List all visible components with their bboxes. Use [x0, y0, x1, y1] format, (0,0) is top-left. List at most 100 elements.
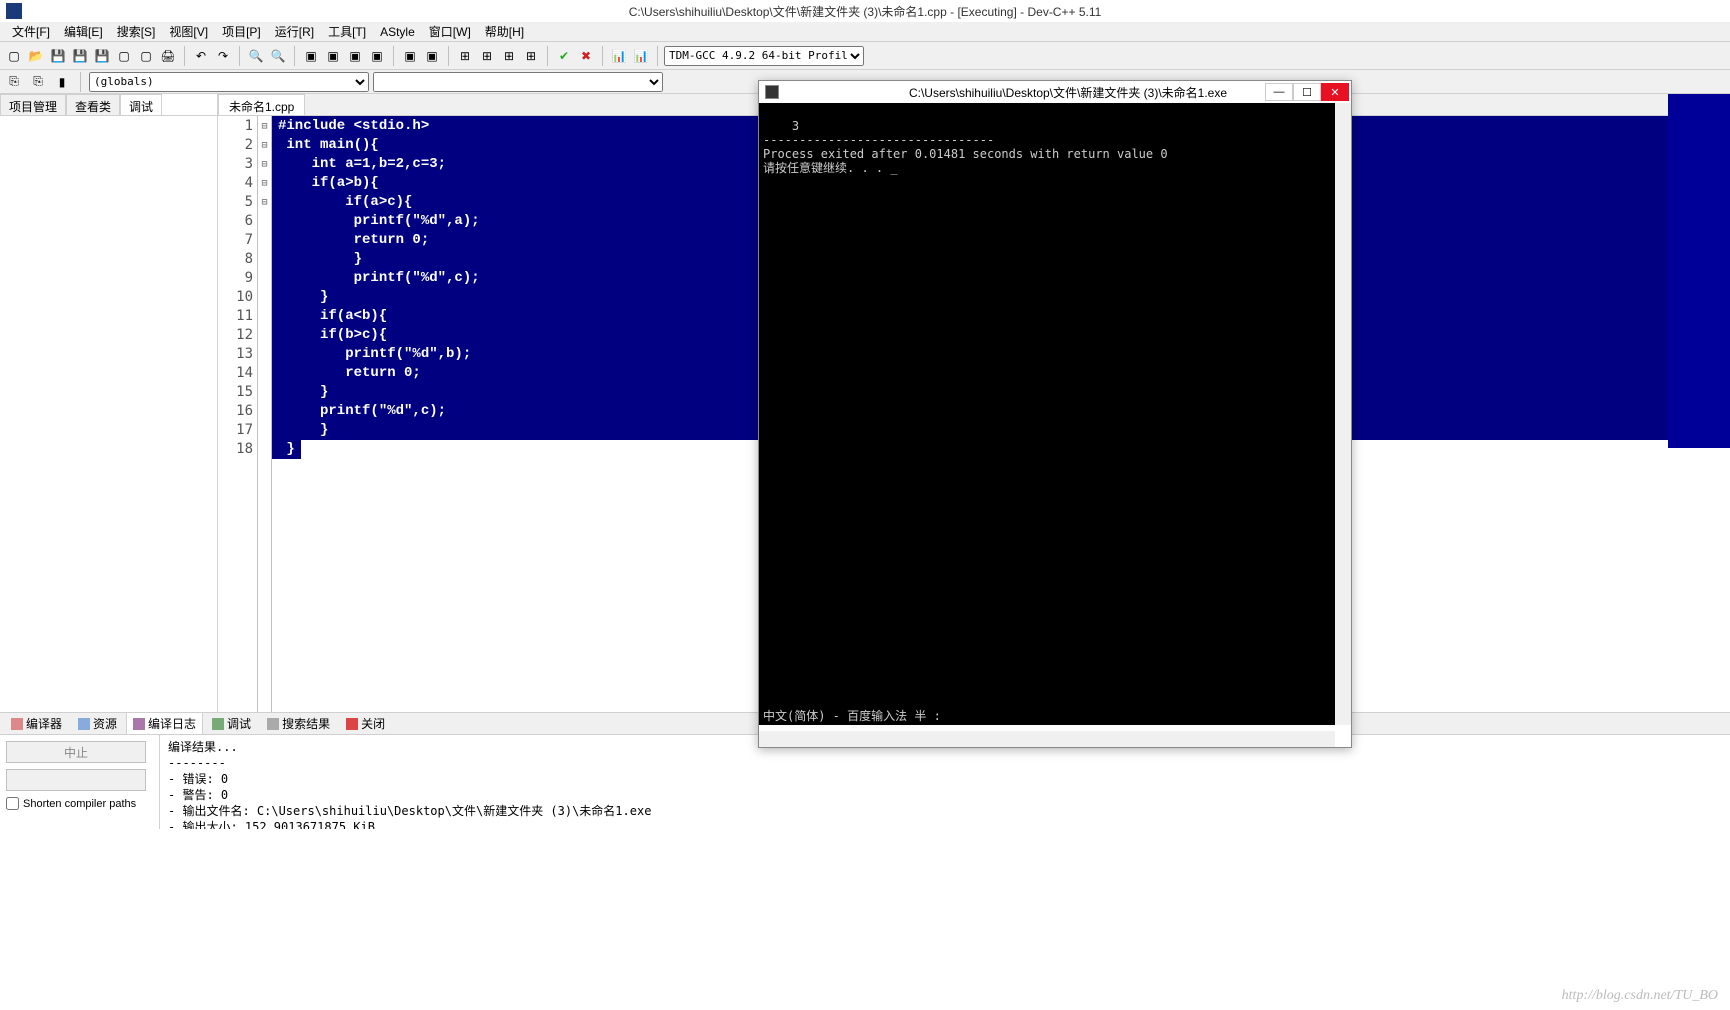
check-icon[interactable]: ✔ — [554, 46, 574, 66]
stop-exec-icon[interactable]: ▣ — [422, 46, 442, 66]
menu-tools[interactable]: 工具[T] — [322, 21, 372, 42]
goto-func-icon[interactable]: ⎘ — [4, 72, 24, 92]
console-body[interactable]: 3 -------------------------------- Proce… — [759, 103, 1351, 725]
separator — [448, 46, 449, 66]
console-output: 3 -------------------------------- Proce… — [763, 119, 1168, 175]
compiler-select[interactable]: TDM-GCC 4.9.2 64-bit Profiling — [664, 46, 864, 66]
menu-run[interactable]: 运行[R] — [269, 21, 320, 42]
compile-run-icon[interactable]: ▣ — [345, 46, 365, 66]
menu-project[interactable]: 项目[P] — [216, 21, 267, 42]
tab-debug[interactable]: 调试 — [120, 94, 162, 115]
cancel-icon[interactable]: ✖ — [576, 46, 596, 66]
fold-column[interactable]: ⊟⊟⊟⊟⊟ — [258, 116, 272, 712]
bottom-tab-编译器[interactable]: 编译器 — [4, 712, 69, 735]
progress-box — [6, 769, 146, 791]
new-file-icon[interactable]: ▢ — [4, 46, 24, 66]
menu-bar: 文件[F] 编辑[E] 搜索[S] 视图[V] 项目[P] 运行[R] 工具[T… — [0, 22, 1730, 42]
print-icon[interactable]: 🖨 — [158, 46, 178, 66]
separator — [184, 46, 185, 66]
save-as-icon[interactable]: 💾 — [92, 46, 112, 66]
tab-label: 编译器 — [26, 715, 62, 732]
editor-tab-file[interactable]: 未命名1.cpp — [218, 94, 305, 115]
grid1-icon[interactable]: ⊞ — [455, 46, 475, 66]
console-window[interactable]: C:\Users\shihuiliu\Desktop\文件\新建文件夹 (3)\… — [758, 80, 1352, 748]
menu-view[interactable]: 视图[V] — [163, 21, 214, 42]
minimize-button[interactable]: — — [1265, 83, 1293, 101]
separator — [239, 46, 240, 66]
tab-label: 搜索结果 — [282, 715, 330, 732]
separator — [294, 46, 295, 66]
app-icon — [6, 3, 22, 19]
grid3-icon[interactable]: ⊞ — [499, 46, 519, 66]
grid2-icon[interactable]: ⊞ — [477, 46, 497, 66]
line-gutter: 123456789101112131415161718 — [218, 116, 258, 712]
rebuild-icon[interactable]: ▣ — [367, 46, 387, 66]
bottom-tab-资源[interactable]: 资源 — [71, 712, 124, 735]
profile-icon[interactable]: 📊 — [609, 46, 629, 66]
close-file-icon[interactable]: ▢ — [114, 46, 134, 66]
compile-log[interactable]: 编译结果... -------- - 错误: 0 - 警告: 0 - 输出文件名… — [160, 735, 1730, 829]
bookmark-icon[interactable]: ▮ — [52, 72, 72, 92]
goto-line-icon[interactable]: ⎘ — [28, 72, 48, 92]
console-ime-status: 中文(简体) - 百度输入法 半 : — [763, 709, 941, 723]
tab-label: 关闭 — [361, 715, 385, 732]
shorten-paths-row[interactable]: Shorten compiler paths — [6, 797, 153, 810]
tab-icon — [78, 718, 90, 730]
tab-icon — [267, 718, 279, 730]
console-icon — [765, 85, 779, 99]
stop-button[interactable]: 中止 — [6, 741, 146, 763]
tab-project[interactable]: 项目管理 — [0, 94, 66, 115]
bottom-tab-关闭[interactable]: 关闭 — [339, 712, 392, 735]
separator — [393, 46, 394, 66]
separator — [80, 72, 81, 92]
shorten-paths-checkbox[interactable] — [6, 797, 19, 810]
shorten-paths-label: Shorten compiler paths — [23, 798, 136, 810]
left-panel-content — [0, 116, 217, 712]
grid4-icon[interactable]: ⊞ — [521, 46, 541, 66]
menu-help[interactable]: 帮助[H] — [479, 21, 530, 42]
profile2-icon[interactable]: 📊 — [631, 46, 651, 66]
watermark: http://blog.csdn.net/TU_BO — [1562, 988, 1718, 1004]
tab-label: 资源 — [93, 715, 117, 732]
debug-icon[interactable]: ▣ — [400, 46, 420, 66]
maximize-button[interactable]: ☐ — [1293, 83, 1321, 101]
console-scrollbar-h[interactable] — [759, 731, 1335, 747]
menu-window[interactable]: 窗口[W] — [423, 21, 477, 42]
tab-classes[interactable]: 查看类 — [66, 94, 120, 115]
bottom-tab-搜索结果[interactable]: 搜索结果 — [260, 712, 337, 735]
menu-edit[interactable]: 编辑[E] — [58, 21, 109, 42]
menu-file[interactable]: 文件[F] — [6, 21, 56, 42]
window-title: C:\Users\shihuiliu\Desktop\文件\新建文件夹 (3)\… — [629, 3, 1102, 20]
close-all-icon[interactable]: ▢ — [136, 46, 156, 66]
console-scrollbar-v[interactable] — [1335, 103, 1351, 725]
separator — [657, 46, 658, 66]
console-window-controls: — ☐ ✕ — [1265, 83, 1349, 101]
bottom-tab-调试[interactable]: 调试 — [205, 712, 258, 735]
replace-icon[interactable]: 🔍 — [268, 46, 288, 66]
menu-search[interactable]: 搜索[S] — [111, 21, 162, 42]
compile-icon[interactable]: ▣ — [301, 46, 321, 66]
title-bar: C:\Users\shihuiliu\Desktop\文件\新建文件夹 (3)\… — [0, 0, 1730, 22]
tab-icon — [11, 718, 23, 730]
bottom-tab-编译日志[interactable]: 编译日志 — [126, 712, 203, 735]
toolbar-main: ▢ 📂 💾 💾 💾 ▢ ▢ 🖨 ↶ ↷ 🔍 🔍 ▣ ▣ ▣ ▣ ▣ ▣ ⊞ ⊞ … — [0, 42, 1730, 70]
bottom-content: 中止 Shorten compiler paths 编译结果... ------… — [0, 735, 1730, 829]
run-icon[interactable]: ▣ — [323, 46, 343, 66]
redo-icon[interactable]: ↷ — [213, 46, 233, 66]
save-all-icon[interactable]: 💾 — [70, 46, 90, 66]
members-select[interactable] — [373, 72, 663, 92]
tab-label: 调试 — [227, 715, 251, 732]
tab-icon — [133, 718, 145, 730]
tab-icon — [212, 718, 224, 730]
left-panel-tabs: 项目管理 查看类 调试 — [0, 94, 217, 116]
menu-astyle[interactable]: AStyle — [374, 23, 421, 41]
undo-icon[interactable]: ↶ — [191, 46, 211, 66]
close-button[interactable]: ✕ — [1321, 83, 1349, 101]
open-icon[interactable]: 📂 — [26, 46, 46, 66]
find-icon[interactable]: 🔍 — [246, 46, 266, 66]
globals-select[interactable]: (globals) — [89, 72, 369, 92]
right-blue-strip — [1668, 94, 1730, 448]
save-icon[interactable]: 💾 — [48, 46, 68, 66]
console-title-bar[interactable]: C:\Users\shihuiliu\Desktop\文件\新建文件夹 (3)\… — [759, 81, 1351, 103]
bottom-left-controls: 中止 Shorten compiler paths — [0, 735, 160, 829]
